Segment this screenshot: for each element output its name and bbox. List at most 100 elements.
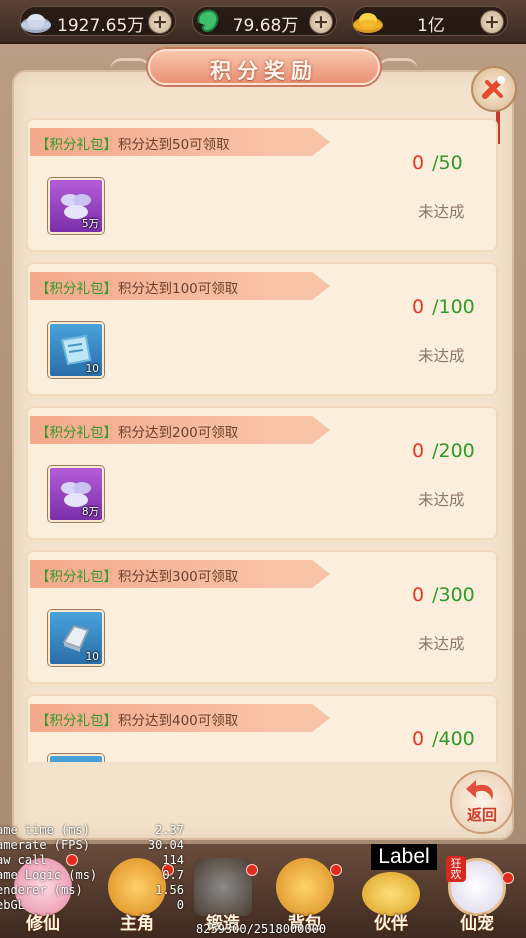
reward-card: 【积分礼包】 积分达到200可领取 8万 0/200 未达成 [26, 406, 498, 540]
debug-key: ebGL [0, 898, 25, 912]
reward-card: 【积分礼包】 积分达到50可领取 5万 0/50 未达成 [26, 118, 498, 252]
current-score: 0 [412, 440, 425, 462]
page-title: 积分奖励 [210, 59, 318, 83]
forge-icon [194, 858, 252, 916]
debug-key: enderer (ms) [0, 883, 83, 897]
return-arrow-icon [466, 780, 493, 800]
reward-progress: 0/300 [412, 584, 475, 606]
close-button[interactable] [471, 66, 517, 112]
debug-label: Label [371, 844, 437, 870]
jade-icon [197, 9, 219, 33]
reward-card: 【积分礼包】 积分达到100可领取 10 0/100 未达成 [26, 262, 498, 396]
add-silver-button[interactable]: + [148, 10, 172, 34]
item-quantity: 8万 [81, 506, 99, 518]
target-score: /50 [432, 152, 463, 174]
nav-partner[interactable]: 伙伴 [350, 858, 432, 938]
target-score: /100 [432, 296, 475, 318]
debug-value: 114 [162, 853, 184, 867]
nav-label: 伙伴 [374, 914, 408, 934]
debug-value: 0 [176, 898, 184, 912]
reward-tag: 【积分礼包】 [36, 713, 117, 729]
reward-progress: 0/50 [412, 152, 463, 174]
reward-header: 【积分礼包】 积分达到200可领取 [30, 416, 330, 444]
debug-key: amerate (FPS) [0, 838, 90, 852]
current-score: 0 [412, 728, 425, 750]
current-score: 0 [412, 296, 425, 318]
reward-status: 未达成 [418, 203, 465, 221]
nav-pet[interactable]: 仙宠 狂欢 [436, 856, 518, 938]
reward-status: 未达成 [418, 491, 465, 509]
reward-item-slot[interactable] [48, 754, 104, 762]
reward-desc: 积分达到400可领取 [118, 713, 239, 729]
title-ornament-right [378, 58, 418, 78]
reward-item-slot[interactable]: 10 [48, 610, 104, 666]
silver-currency: 1927.65万 + [20, 6, 176, 36]
reward-item-slot[interactable]: 8万 [48, 466, 104, 522]
reward-header: 【积分礼包】 积分达到50可领取 [30, 128, 330, 156]
debug-value: 1.56 [155, 883, 184, 897]
debug-counter: 8259300/2518000000 [196, 922, 327, 936]
debug-row: enderer (ms) 1.56 [0, 883, 190, 898]
reward-card: 【积分礼包】 积分达到400可领取 0/400 [26, 694, 498, 762]
item-quantity: 5万 [81, 218, 99, 230]
target-score: /200 [432, 440, 475, 462]
reward-desc: 积分达到200可领取 [118, 425, 239, 441]
reward-header: 【积分礼包】 积分达到300可领取 [30, 560, 330, 588]
debug-row: amerate (FPS) 30.04 [0, 838, 190, 853]
notification-dot [502, 872, 514, 884]
target-score: /400 [432, 728, 475, 750]
currency-bar: 1927.65万 + 79.68万 + 1亿 + [0, 0, 526, 44]
target-score: /300 [432, 584, 475, 606]
title-plaque: 积分奖励 [148, 49, 380, 85]
reward-list[interactable]: 【积分礼包】 积分达到50可领取 5万 0/50 未达成 【积分礼包】 积分达到… [22, 118, 504, 762]
back-label: 返回 [466, 806, 497, 824]
debug-key: ame Logic (ms) [0, 868, 98, 882]
reward-desc: 积分达到300可领取 [118, 569, 239, 585]
reward-desc: 积分达到50可领取 [118, 137, 230, 153]
notification-dot [246, 864, 258, 876]
reward-tag: 【积分礼包】 [36, 425, 117, 441]
debug-value: 30.04 [147, 838, 184, 852]
reward-item-slot[interactable]: 10 [48, 322, 104, 378]
item-quantity: 10 [85, 651, 99, 663]
gold-ingot-icon [353, 13, 383, 33]
reward-desc: 积分达到100可领取 [118, 281, 239, 297]
reward-progress: 0/100 [412, 296, 475, 318]
reward-tag: 【积分礼包】 [36, 137, 117, 153]
add-jade-button[interactable]: + [309, 10, 333, 34]
event-badge: 狂欢 [446, 856, 466, 882]
notification-dot [330, 864, 342, 876]
debug-row: ebGL 0 [0, 898, 190, 913]
debug-key: ame time (ms) [0, 823, 90, 837]
reward-item-slot[interactable]: 5万 [48, 178, 104, 234]
jade-value: 79.68万 [232, 16, 299, 36]
debug-row: aw call 114 [0, 853, 190, 868]
reward-header: 【积分礼包】 积分达到100可领取 [30, 272, 330, 300]
reward-progress: 0/400 [412, 728, 475, 750]
debug-row: ame time (ms) 2.37 [0, 823, 190, 838]
reward-status: 未达成 [418, 347, 465, 365]
debug-key: aw call [0, 853, 47, 867]
nav-label: 仙宠 [460, 914, 494, 934]
current-score: 0 [412, 152, 425, 174]
close-icon [482, 76, 505, 99]
add-gold-button[interactable]: + [480, 10, 504, 34]
reward-header: 【积分礼包】 积分达到400可领取 [30, 704, 330, 732]
gold-currency: 1亿 + [352, 6, 508, 36]
bag-icon [276, 858, 334, 916]
title-ornament-left [110, 58, 150, 78]
debug-value: 0.7 [162, 868, 184, 882]
debug-stats: ame time (ms) 2.37 amerate (FPS) 30.04 aw … [0, 823, 190, 913]
reward-tag: 【积分礼包】 [36, 281, 117, 297]
reward-card: 【积分礼包】 积分达到300可领取 10 0/300 未达成 [26, 550, 498, 684]
back-button[interactable]: 返回 [450, 770, 514, 834]
item-quantity: 10 [85, 363, 99, 375]
silver-value: 1927.65万 [57, 16, 145, 36]
gold-value: 1亿 [417, 16, 445, 36]
reward-progress: 0/200 [412, 440, 475, 462]
debug-value: 2.37 [155, 823, 184, 837]
silver-ingot-icon [21, 14, 51, 33]
jade-currency: 79.68万 + [192, 6, 337, 36]
reward-status: 未达成 [418, 635, 465, 653]
current-score: 0 [412, 584, 425, 606]
